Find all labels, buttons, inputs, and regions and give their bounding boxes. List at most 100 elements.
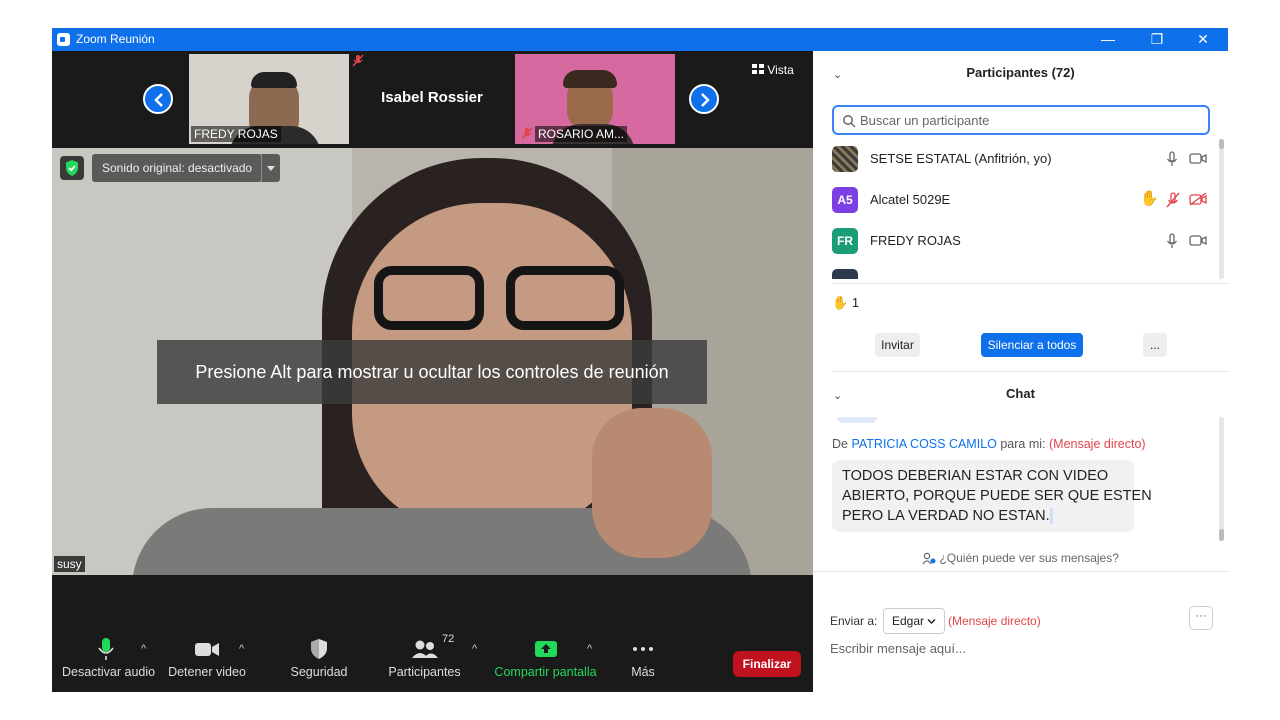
participants-options-caret[interactable]: ^ <box>472 643 477 655</box>
microphone-icon[interactable] <box>1166 151 1178 167</box>
participant-row[interactable]: SETSE ESTATAL (Anfitrión, yo) <box>832 144 1212 174</box>
participant-search-input[interactable]: Buscar un participante <box>832 105 1210 135</box>
mic-muted-icon[interactable] <box>1166 192 1180 208</box>
chat-message-input[interactable]: Escribir mensaje aquí... <box>830 641 966 656</box>
view-label: Vista <box>767 63 794 77</box>
participant-row[interactable]: FR FREDY ROJAS <box>832 226 1212 256</box>
participants-count: 72 <box>442 633 455 645</box>
share-screen-label: Compartir pantalla <box>494 665 597 679</box>
participant-row[interactable]: A5 Alcatel 5029E ✋ <box>832 185 1212 215</box>
who-can-see-text: ¿Quién puede ver sus mensajes? <box>939 551 1119 565</box>
video-options-caret[interactable]: ^ <box>239 643 244 655</box>
video-camera-icon[interactable] <box>1189 151 1207 165</box>
share-screen-button[interactable]: Compartir pantalla <box>493 637 598 679</box>
speaker-name-label: susy <box>54 556 85 572</box>
divider <box>813 571 1228 572</box>
video-camera-icon[interactable] <box>1189 233 1207 247</box>
zoom-logo-icon <box>57 33 70 46</box>
thumbnail-fredy[interactable]: FREDY ROJAS <box>189 54 349 144</box>
close-button[interactable]: ✕ <box>1180 28 1226 51</box>
from-prefix: De <box>832 437 848 451</box>
direct-message-tag: (Mensaje directo) <box>1049 437 1146 451</box>
to-me: para mi: <box>1000 437 1046 451</box>
participants-title: Participantes (72) <box>966 65 1075 80</box>
caret-down-icon <box>267 166 275 171</box>
participants-scrollbar[interactable] <box>1219 139 1224 279</box>
microphone-icon <box>98 638 114 660</box>
participant-name: Alcatel 5029E <box>870 192 951 207</box>
more-label: Más <box>631 665 655 679</box>
thumbnail-isabel[interactable]: Isabel Rossier <box>352 54 512 144</box>
audio-options-caret[interactable]: ^ <box>141 643 146 655</box>
message-line-text: PERO LA VERDAD NO ESTAN. <box>842 508 1050 524</box>
participant-name: SETSE ESTATAL (Anfitrión, yo) <box>870 151 1052 166</box>
original-sound-dropdown[interactable] <box>261 154 280 182</box>
stop-video-button[interactable]: Detener video <box>167 637 247 679</box>
video-off-icon[interactable] <box>1189 192 1207 206</box>
side-panel: ⌄ Participantes (72) Buscar un participa… <box>813 51 1228 692</box>
message-line: TODOS DEBERIAN ESTAR CON VIDEO <box>842 468 1109 484</box>
chat-options-button[interactable]: ··· <box>1189 606 1213 630</box>
person-question-icon <box>922 553 936 565</box>
end-meeting-button[interactable]: Finalizar <box>733 651 801 677</box>
participants-more-button[interactable]: ... <box>1143 333 1167 357</box>
mute-audio-button[interactable]: Desactivar audio <box>62 637 156 679</box>
participants-icon <box>411 640 438 658</box>
stop-video-label: Detener video <box>168 665 246 679</box>
original-sound-toggle[interactable]: Sonido original: desactivado <box>92 154 263 182</box>
title-bar: Zoom Reunión — ❐ ✕ <box>52 28 1228 51</box>
more-button[interactable]: Más <box>623 637 663 679</box>
chat-scrollbar[interactable] <box>1219 417 1224 541</box>
grid-view-icon <box>752 64 764 74</box>
video-area: FREDY ROJAS Isabel Rossier ROSARIO AM...… <box>52 51 813 692</box>
avatar: FR <box>832 228 858 254</box>
who-can-see-link[interactable]: ¿Quién puede ver sus mensajes? <box>813 551 1228 565</box>
send-to-label: Enviar a: <box>830 614 878 628</box>
search-placeholder: Buscar un participante <box>860 113 990 128</box>
prev-page-button[interactable] <box>143 84 173 114</box>
chat-title: Chat <box>1006 386 1035 401</box>
divider <box>832 371 1228 372</box>
security-button[interactable]: Seguridad <box>284 637 354 679</box>
thumbnail-strip: FREDY ROJAS Isabel Rossier ROSARIO AM...… <box>52 51 813 147</box>
participant-name: FREDY ROJAS <box>870 233 961 248</box>
mute-audio-label: Desactivar audio <box>62 665 156 679</box>
participants-button[interactable]: 72 Participantes <box>387 633 462 679</box>
view-button[interactable]: Vista <box>752 63 794 77</box>
share-options-caret[interactable]: ^ <box>587 643 592 655</box>
recipient-value: Edgar <box>892 614 925 628</box>
chevron-right-icon <box>701 93 710 107</box>
message-header: De PATRICIA COSS CAMILO para mi: (Mensaj… <box>832 437 1146 451</box>
thumbnail-name: FREDY ROJAS <box>191 126 281 142</box>
mute-all-button[interactable]: Silenciar a todos <box>981 333 1083 357</box>
divider <box>832 283 1228 284</box>
chevron-left-icon <box>154 93 163 107</box>
mic-muted-icon <box>521 127 533 140</box>
raised-hands-value: 1 <box>851 295 860 310</box>
sender-name[interactable]: PATRICIA COSS CAMILO <box>851 437 996 451</box>
avatar <box>832 146 858 172</box>
microphone-icon[interactable] <box>1166 233 1178 249</box>
invite-button[interactable]: Invitar <box>875 333 920 357</box>
mic-muted-icon <box>352 54 364 67</box>
restore-button[interactable]: ❐ <box>1134 28 1180 51</box>
raised-hand-icon: ✋ <box>832 295 849 310</box>
next-page-button[interactable] <box>689 84 719 114</box>
chat-message-bubble: TODOS DEBERIAN ESTAR CON VIDEO ABIERTO, … <box>832 460 1152 532</box>
chevron-down-icon <box>927 618 936 625</box>
video-camera-icon <box>195 643 219 656</box>
security-shield-icon[interactable] <box>60 156 84 180</box>
avatar: A5 <box>832 187 858 213</box>
message-line: PERO LA VERDAD NO ESTAN. <box>842 508 1053 525</box>
recipient-mode: (Mensaje directo) <box>948 614 1041 628</box>
window-title: Zoom Reunión <box>76 32 155 46</box>
raised-hands-count: ✋ 1 <box>832 295 859 311</box>
more-dots-icon <box>633 647 653 651</box>
thumbnail-name: ROSARIO AM... <box>535 126 628 142</box>
meeting-toolbar: Desactivar audio ^ Detener video ^ Segur… <box>52 617 813 692</box>
zoom-window: Zoom Reunión — ❐ ✕ FREDY ROJAS Isabel Ro… <box>52 28 1228 692</box>
minimize-button[interactable]: — <box>1085 28 1131 51</box>
recipient-select[interactable]: Edgar <box>883 608 946 634</box>
previous-message-edge <box>837 417 877 423</box>
thumbnail-rosario[interactable]: ROSARIO AM... <box>515 54 675 144</box>
